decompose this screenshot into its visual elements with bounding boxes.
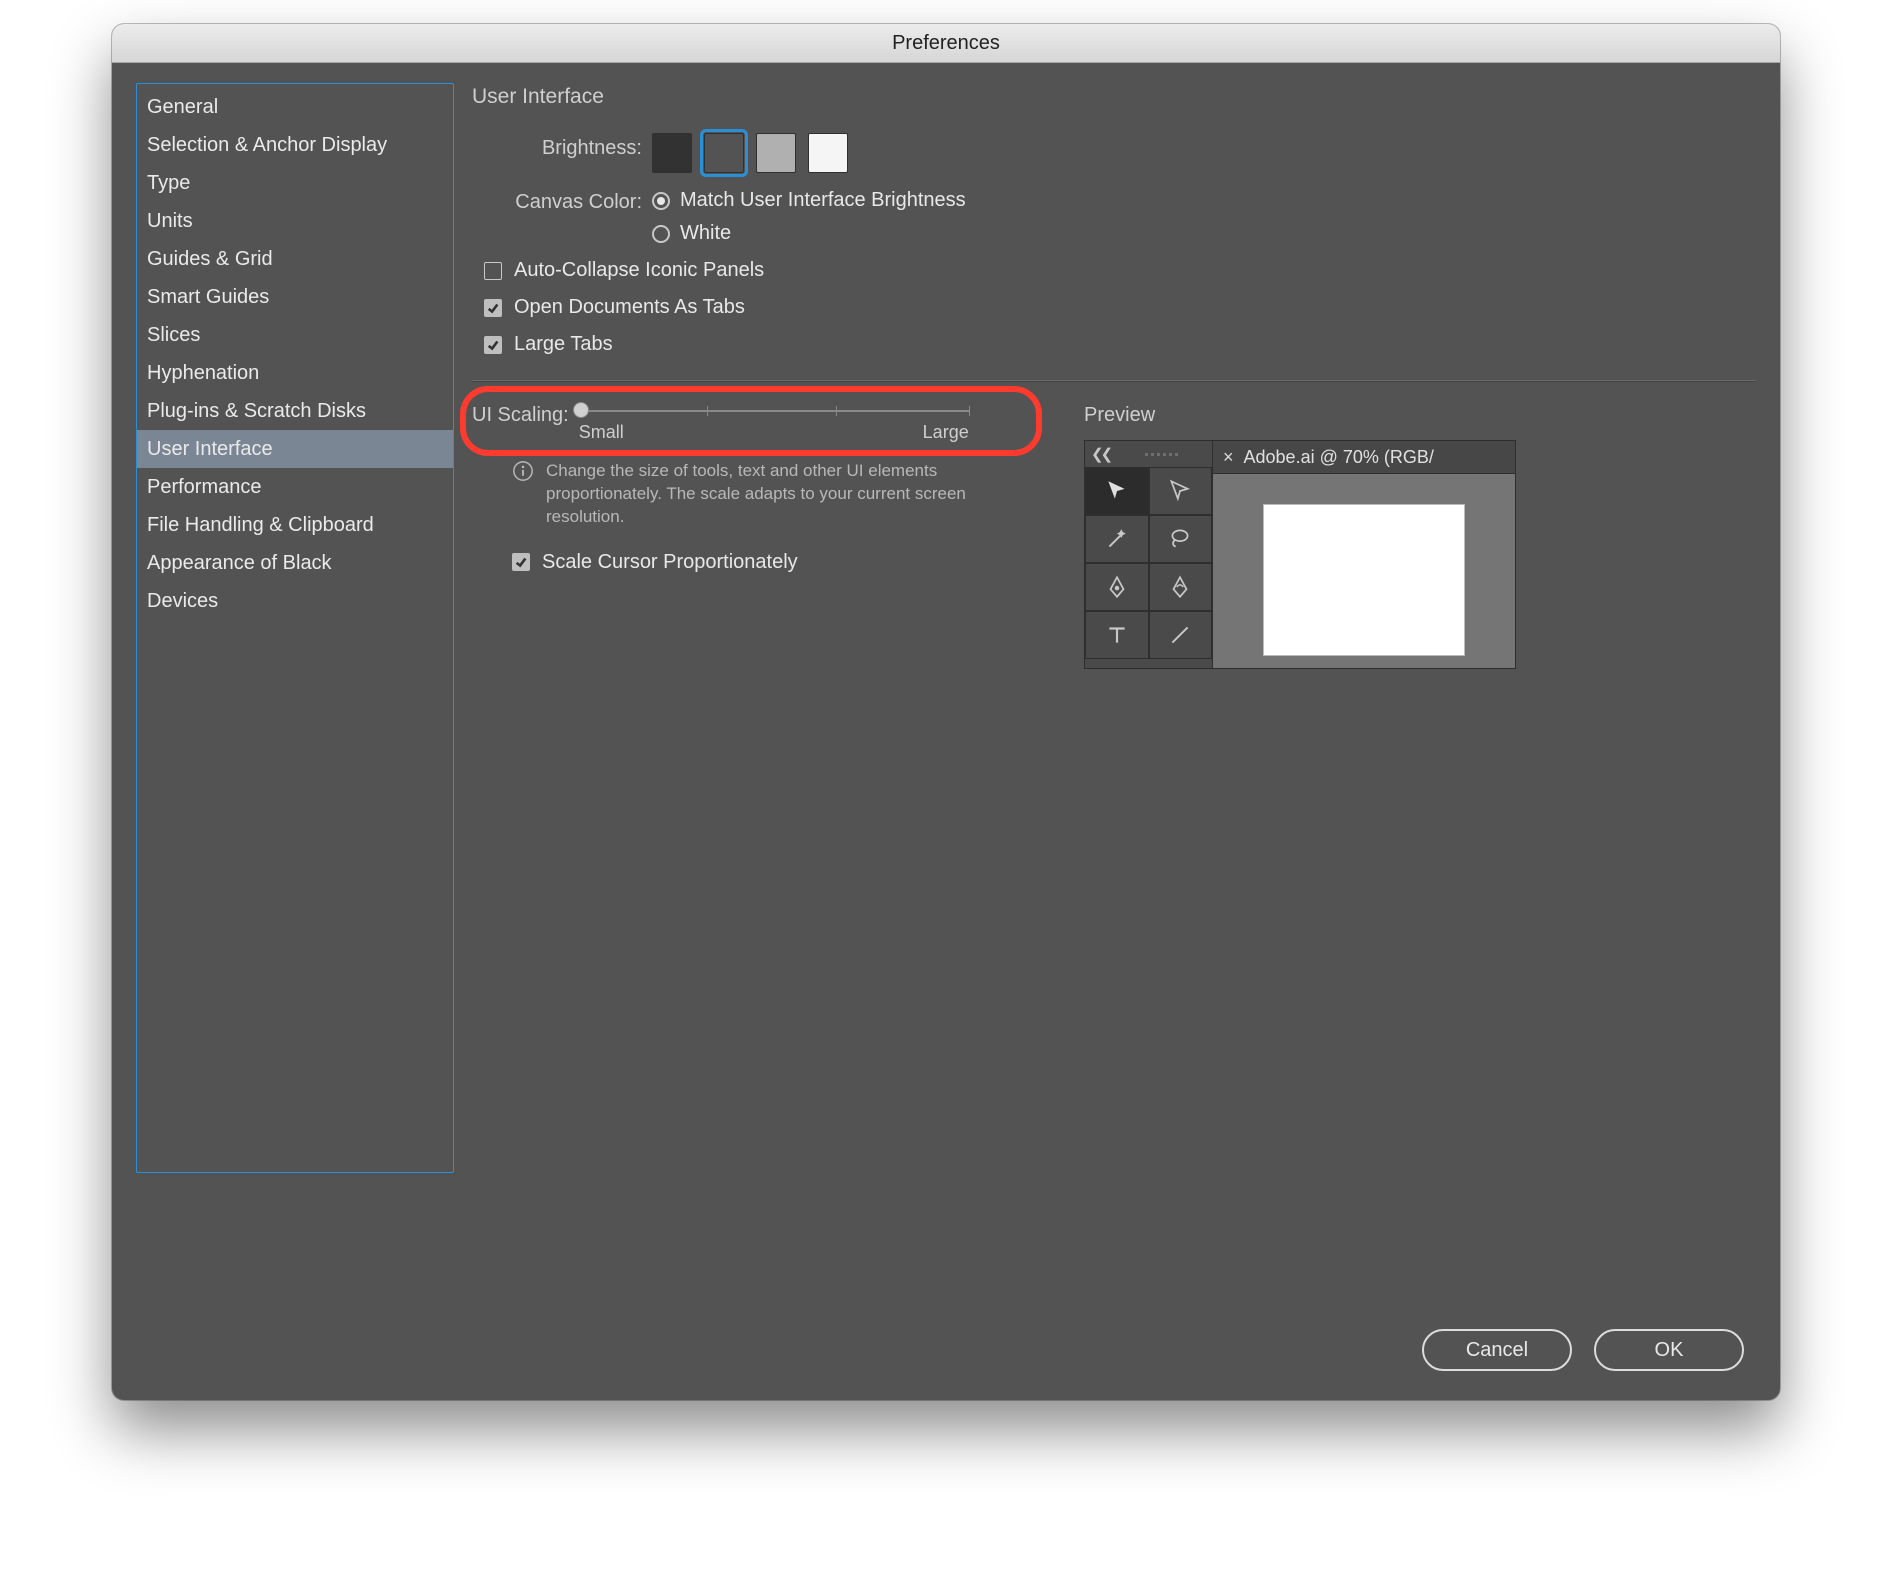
preview-tools-panel: ❮❮ bbox=[1085, 441, 1213, 668]
checkbox-on-icon bbox=[484, 336, 502, 354]
slider-track bbox=[579, 410, 969, 412]
preview-artboard bbox=[1263, 504, 1465, 656]
ui-scaling-label: UI Scaling: bbox=[472, 404, 569, 427]
slider-tick bbox=[707, 406, 708, 416]
cancel-button[interactable]: Cancel bbox=[1422, 1329, 1572, 1371]
brightness-label: Brightness: bbox=[472, 131, 652, 160]
brightness-swatch-light[interactable] bbox=[808, 133, 848, 173]
sidebar-item-units[interactable]: Units bbox=[137, 202, 453, 240]
auto-collapse-label: Auto-Collapse Iconic Panels bbox=[514, 259, 764, 282]
sidebar-item-devices[interactable]: Devices bbox=[137, 582, 453, 620]
panel-title: User Interface bbox=[472, 85, 1756, 109]
checkbox-on-icon bbox=[484, 299, 502, 317]
curvature-tool-icon bbox=[1149, 563, 1213, 611]
section-divider bbox=[472, 380, 1756, 382]
ok-button[interactable]: OK bbox=[1594, 1329, 1744, 1371]
sidebar-item-type[interactable]: Type bbox=[137, 164, 453, 202]
brightness-swatch-medium[interactable] bbox=[756, 133, 796, 173]
window-title: Preferences bbox=[112, 24, 1780, 63]
open-docs-tabs-label: Open Documents As Tabs bbox=[514, 296, 745, 319]
slider-thumb[interactable] bbox=[573, 402, 589, 418]
sidebar-item-appearance-black[interactable]: Appearance of Black bbox=[137, 544, 453, 582]
radio-off-icon bbox=[652, 225, 670, 243]
brightness-swatch-darkest[interactable] bbox=[652, 133, 692, 173]
panel-grip-icon bbox=[1116, 453, 1206, 456]
canvas-color-white-label: White bbox=[680, 222, 731, 245]
canvas-color-match-label: Match User Interface Brightness bbox=[680, 189, 966, 212]
sidebar-item-user-interface[interactable]: User Interface bbox=[137, 430, 453, 468]
sidebar-item-plugins-scratch[interactable]: Plug-ins & Scratch Disks bbox=[137, 392, 453, 430]
slider-min-label: Small bbox=[579, 422, 624, 443]
canvas-color-match[interactable]: Match User Interface Brightness bbox=[652, 189, 966, 212]
checkbox-off-icon bbox=[484, 262, 502, 280]
preferences-panel: User Interface Brightness: Canvas Color:… bbox=[472, 83, 1756, 1301]
close-tab-icon: × bbox=[1223, 447, 1234, 468]
preferences-category-list: General Selection & Anchor Display Type … bbox=[136, 83, 454, 1173]
sidebar-item-smart-guides[interactable]: Smart Guides bbox=[137, 278, 453, 316]
large-tabs-label: Large Tabs bbox=[514, 333, 613, 356]
collapse-panel-icon: ❮❮ bbox=[1091, 445, 1110, 463]
direct-selection-tool-icon bbox=[1149, 467, 1213, 515]
preview-document-tab: × Adobe.ai @ 70% (RGB/ bbox=[1213, 441, 1515, 474]
lasso-tool-icon bbox=[1149, 515, 1213, 563]
ui-scaling-slider[interactable]: Small Large bbox=[579, 404, 969, 444]
preferences-window: Preferences General Selection & Anchor D… bbox=[112, 24, 1780, 1400]
magic-wand-tool-icon bbox=[1085, 515, 1149, 563]
open-docs-tabs-checkbox[interactable]: Open Documents As Tabs bbox=[484, 296, 1756, 319]
sidebar-item-selection-anchor[interactable]: Selection & Anchor Display bbox=[137, 126, 453, 164]
type-tool-icon bbox=[1085, 611, 1149, 659]
sidebar-item-general[interactable]: General bbox=[137, 88, 453, 126]
large-tabs-checkbox[interactable]: Large Tabs bbox=[484, 333, 1756, 356]
slider-tick bbox=[836, 406, 837, 416]
sidebar-item-guides-grid[interactable]: Guides & Grid bbox=[137, 240, 453, 278]
slider-tick bbox=[969, 406, 970, 416]
canvas-color-white[interactable]: White bbox=[652, 222, 966, 245]
brightness-swatches bbox=[652, 131, 848, 173]
scale-cursor-label: Scale Cursor Proportionately bbox=[542, 551, 798, 574]
sidebar-item-hyphenation[interactable]: Hyphenation bbox=[137, 354, 453, 392]
selection-tool-icon bbox=[1085, 467, 1149, 515]
pen-tool-icon bbox=[1085, 563, 1149, 611]
sidebar-item-performance[interactable]: Performance bbox=[137, 468, 453, 506]
preview-pane: ❮❮ bbox=[1084, 440, 1516, 669]
line-tool-icon bbox=[1149, 611, 1213, 659]
sidebar-item-file-handling[interactable]: File Handling & Clipboard bbox=[137, 506, 453, 544]
preview-canvas bbox=[1213, 474, 1515, 668]
sidebar-item-slices[interactable]: Slices bbox=[137, 316, 453, 354]
ui-scaling-info-text: Change the size of tools, text and other… bbox=[546, 460, 976, 529]
canvas-color-label: Canvas Color: bbox=[472, 185, 652, 214]
slider-max-label: Large bbox=[923, 422, 969, 443]
radio-on-icon bbox=[652, 192, 670, 210]
brightness-swatch-dark[interactable] bbox=[704, 133, 744, 173]
checkbox-on-icon bbox=[512, 553, 530, 571]
preview-label: Preview bbox=[1084, 404, 1155, 427]
auto-collapse-checkbox[interactable]: Auto-Collapse Iconic Panels bbox=[484, 259, 1756, 282]
preview-tab-title: Adobe.ai @ 70% (RGB/ bbox=[1244, 447, 1434, 468]
info-icon bbox=[512, 460, 534, 482]
